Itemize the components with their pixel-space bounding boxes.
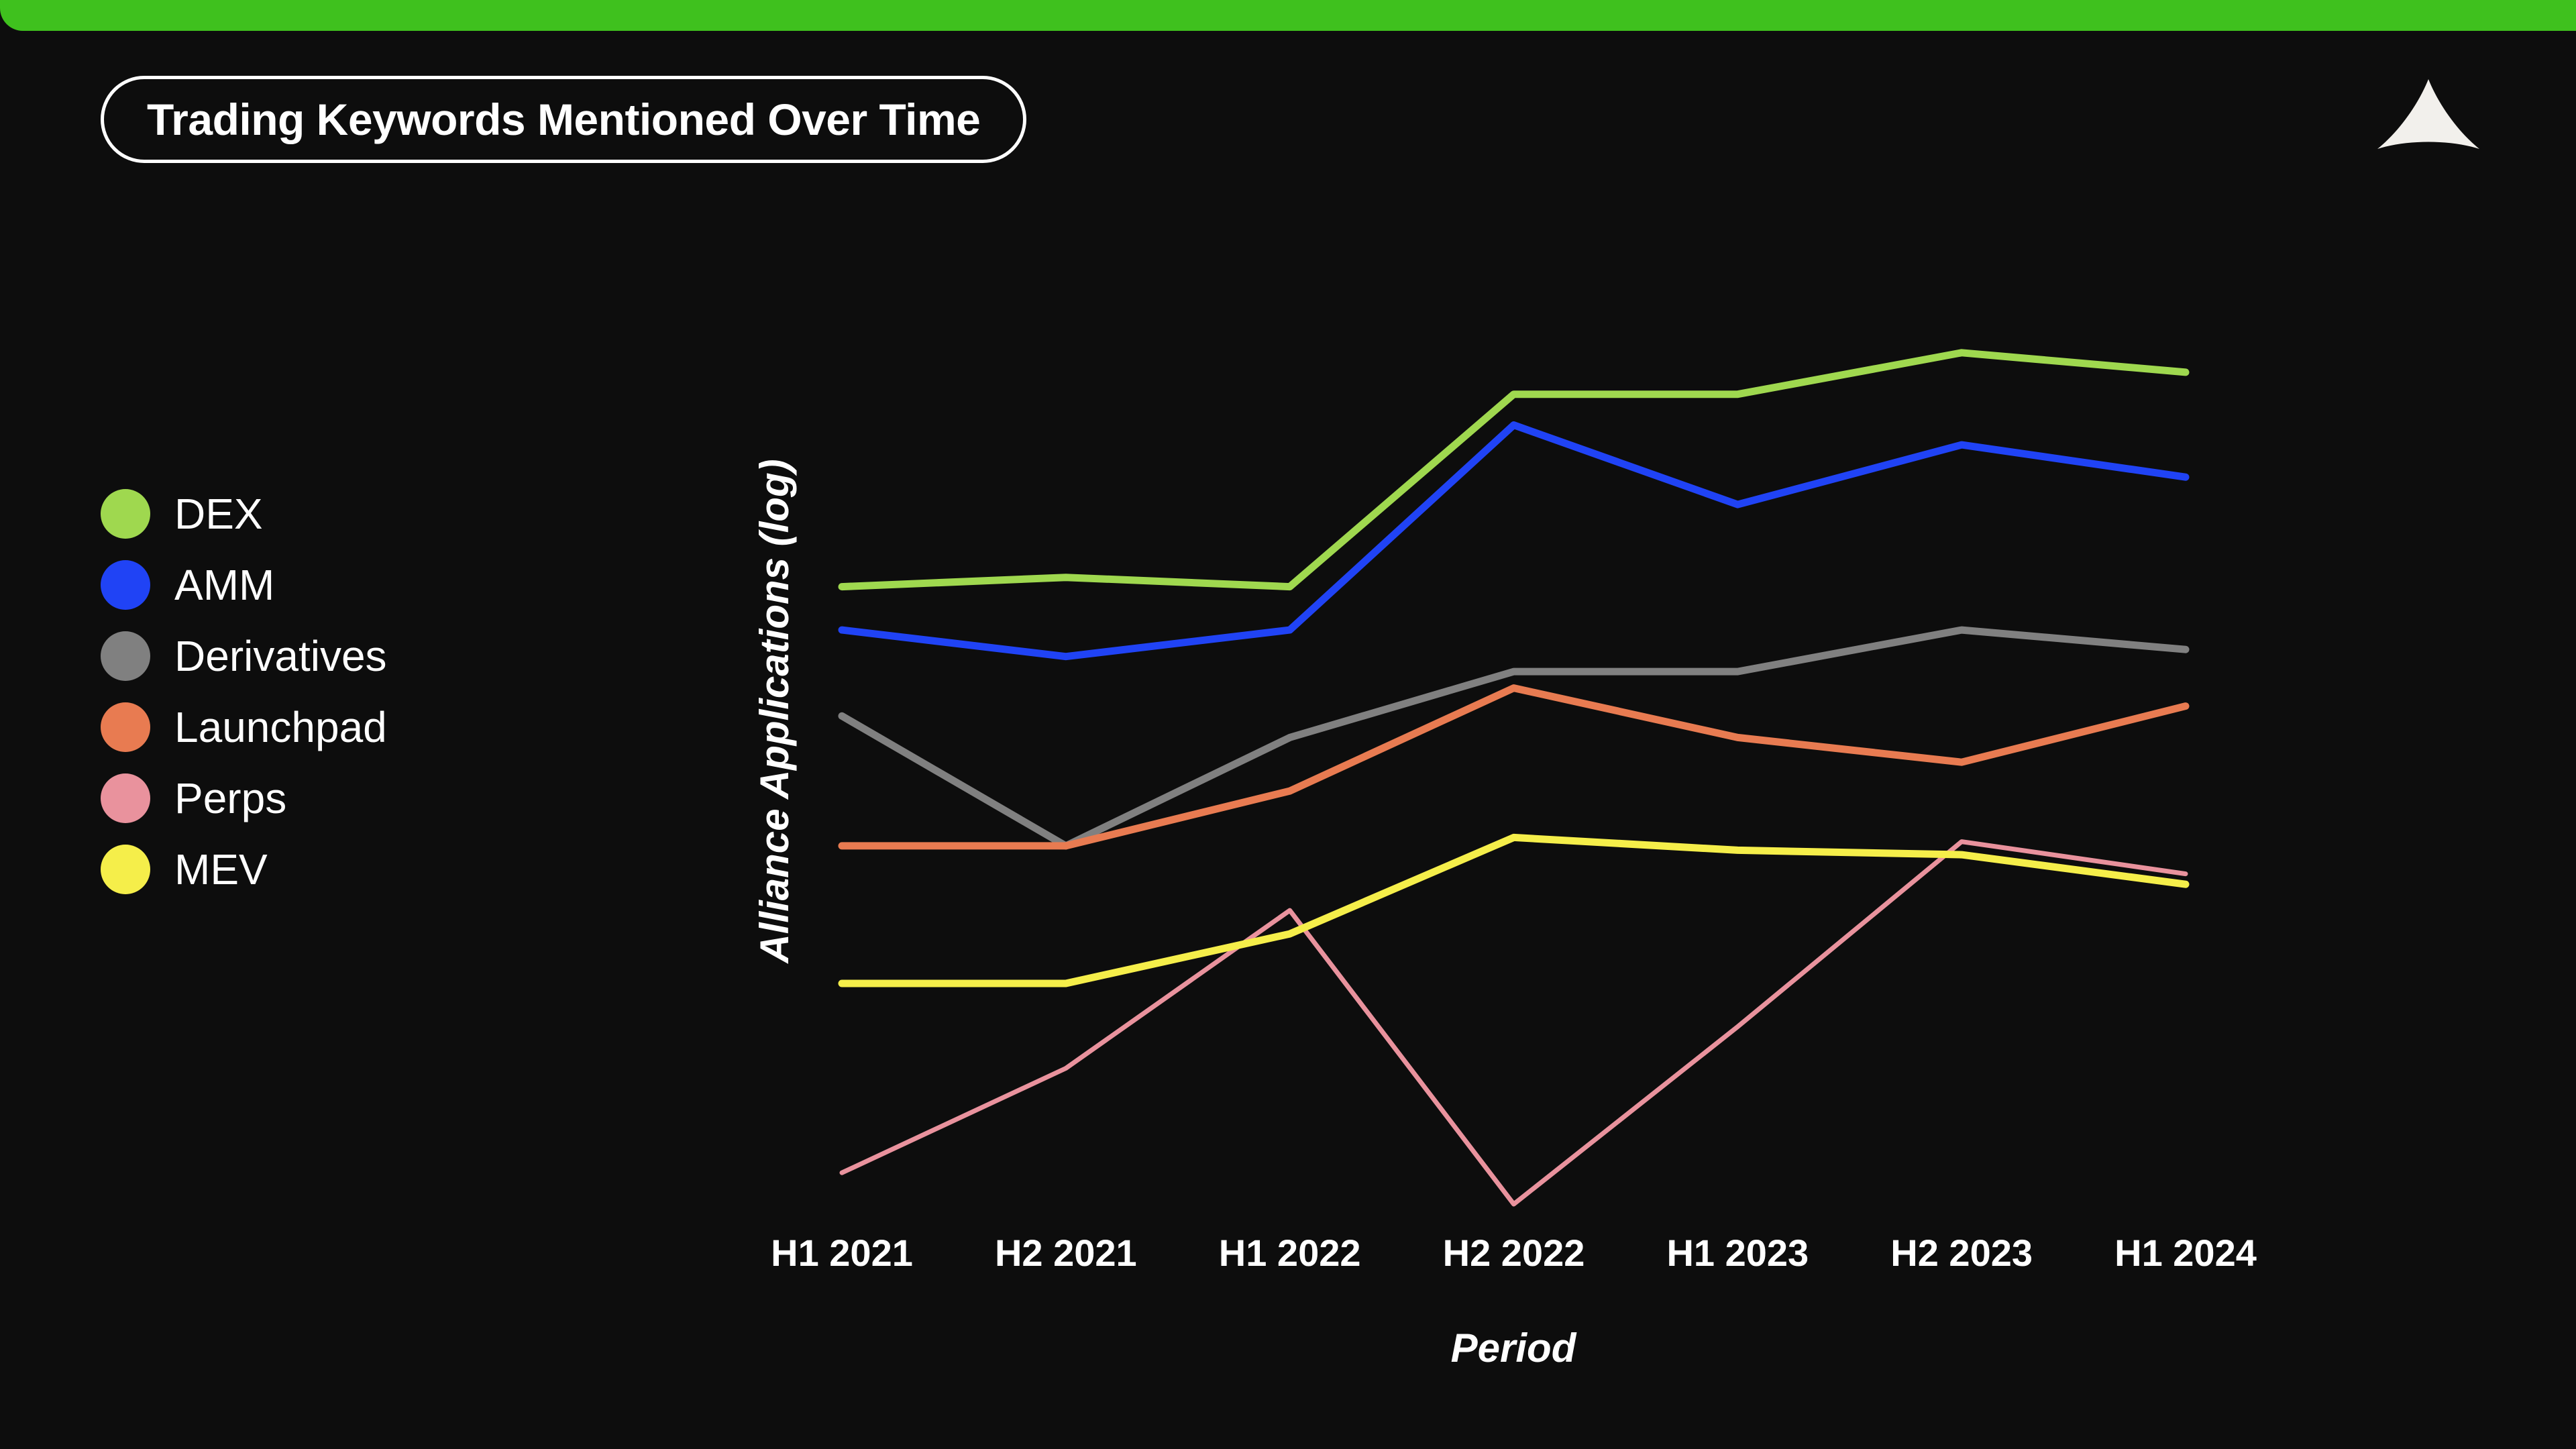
- legend-swatch-perps: [101, 773, 150, 823]
- x-axis-tick-label: H1 2022: [1218, 1232, 1361, 1274]
- legend-item-dex[interactable]: DEX: [101, 489, 387, 539]
- alliance-arrow-logo: [2375, 75, 2482, 162]
- series-line-mev: [838, 833, 2190, 987]
- x-axis-title: Period: [1450, 1326, 1576, 1371]
- legend-swatch-derivatives: [101, 631, 150, 681]
- legend-label-derivatives: Derivatives: [174, 632, 387, 680]
- legend-item-perps[interactable]: Perps: [101, 773, 387, 823]
- x-axis-tick-label: H2 2021: [994, 1232, 1137, 1274]
- legend-swatch-mev: [101, 845, 150, 894]
- legend-item-amm[interactable]: AMM: [101, 560, 387, 610]
- x-axis-tick-row: H1 2021 H2 2021 H1 2022 H2 2022 H1 2023 H2 20…: [738, 1234, 2294, 1288]
- page-title: Trading Keywords Mentioned Over Time: [147, 95, 981, 144]
- brand-top-bar: [0, 0, 2576, 31]
- x-axis-tick-label: H2 2023: [1890, 1232, 2033, 1274]
- x-axis-tick-label: H1 2024: [2114, 1232, 2257, 1274]
- legend-label-dex: DEX: [174, 490, 263, 538]
- series-line-launchpad: [838, 684, 2190, 850]
- series-line-amm: [838, 421, 2190, 661]
- legend-label-mev: MEV: [174, 845, 268, 894]
- series-line-perps: [839, 839, 2188, 1207]
- legend-swatch-dex: [101, 489, 150, 539]
- y-axis-title: Alliance Applications (log): [752, 459, 797, 963]
- legend-item-launchpad[interactable]: Launchpad: [101, 702, 387, 752]
- chart-title-pill: Trading Keywords Mentioned Over Time: [101, 76, 1027, 163]
- legend-swatch-launchpad: [101, 702, 150, 752]
- legend-label-perps: Perps: [174, 774, 287, 822]
- legend-label-launchpad: Launchpad: [174, 703, 387, 751]
- chart-legend: DEX AMM Derivatives Launchpad Perps MEV: [101, 489, 387, 894]
- legend-label-amm: AMM: [174, 561, 275, 609]
- x-axis-tick-label: H2 2022: [1442, 1232, 1585, 1274]
- legend-item-derivatives[interactable]: Derivatives: [101, 631, 387, 681]
- legend-swatch-amm: [101, 560, 150, 610]
- x-axis-tick-label: H1 2021: [771, 1232, 913, 1274]
- series-line-derivatives: [838, 626, 2190, 850]
- x-axis-tick-label: H1 2023: [1666, 1232, 1809, 1274]
- legend-item-mev[interactable]: MEV: [101, 845, 387, 894]
- series-line-dex: [838, 349, 2190, 591]
- chart-canvas: Trading Keywords Mentioned Over Time DEX…: [0, 0, 2576, 1449]
